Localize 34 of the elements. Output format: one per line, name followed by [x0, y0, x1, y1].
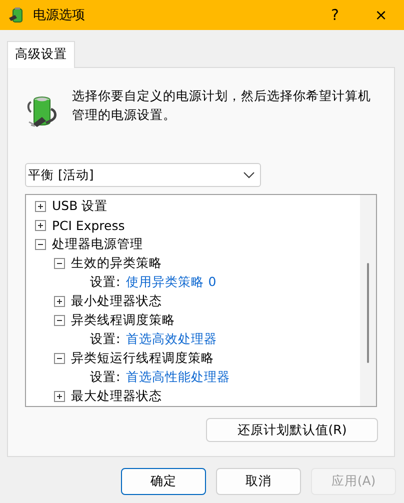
collapse-icon[interactable] [54, 315, 65, 326]
setting-value-link[interactable]: 首选高效处理器 [126, 331, 218, 348]
chevron-down-icon [243, 171, 255, 179]
tree-item[interactable]: PCI Express [52, 218, 125, 233]
restore-defaults-button[interactable]: 还原计划默认值(R) [206, 418, 378, 442]
tree-item[interactable]: 最小处理器状态 [71, 293, 162, 310]
setting-label: 设置: [90, 331, 120, 348]
tree-item[interactable]: 最大处理器状态 [71, 388, 162, 405]
setting-value-link[interactable]: 使用异类策略 0 [126, 274, 216, 291]
help-button[interactable]: ? [312, 6, 358, 24]
collapse-icon[interactable] [54, 353, 65, 364]
battery-plug-icon [25, 94, 59, 128]
tree-item[interactable]: 生效的异类策略 [71, 255, 162, 272]
expand-icon[interactable] [35, 220, 46, 231]
plan-dropdown[interactable]: 平衡 [活动] [25, 163, 261, 187]
tree-item[interactable]: 异类短运行线程调度策略 [71, 350, 214, 367]
collapse-icon[interactable] [35, 239, 46, 250]
tab[interactable]: 高级设置 [7, 41, 75, 68]
expand-icon[interactable] [35, 201, 46, 212]
tree-item[interactable]: USB 设置 [52, 198, 108, 215]
expand-icon[interactable] [54, 391, 65, 402]
tree-item[interactable]: 异类线程调度策略 [71, 312, 175, 329]
tree-item[interactable]: 处理器电源管理 [52, 236, 143, 253]
ok-button[interactable]: 确定 [121, 468, 206, 495]
setting-label: 设置: [90, 369, 120, 386]
description-text: 选择你要自定义的电源计划，然后选择你希望计算机管理的电源设置。 [72, 87, 372, 124]
close-button[interactable]: × [358, 6, 404, 24]
setting-label: 设置: [90, 274, 120, 291]
window-title: 电源选项 [33, 7, 86, 24]
dialog-button[interactable]: 取消 [216, 468, 301, 495]
scrollbar-thumb[interactable] [367, 263, 369, 363]
collapse-icon[interactable] [54, 258, 65, 269]
expand-icon[interactable] [54, 296, 65, 307]
setting-value-link[interactable]: 首选高性能处理器 [126, 369, 230, 386]
